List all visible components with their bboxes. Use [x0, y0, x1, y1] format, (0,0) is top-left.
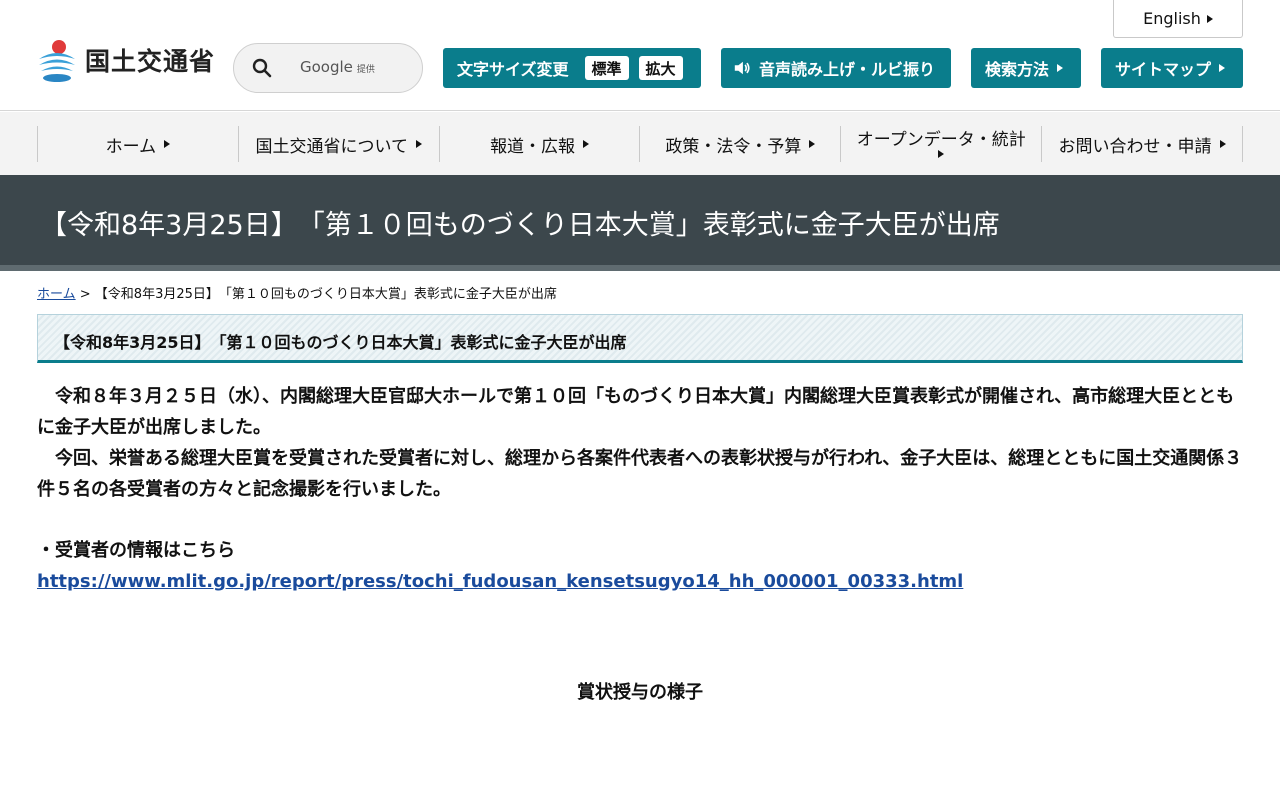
- article-subheading: 【令和8年3月25日】 「第１０回ものづくり日本大賞」表彰式に金子大臣が出席: [54, 333, 627, 352]
- font-size-label: 文字サイズ変更: [457, 60, 569, 79]
- breadcrumb-current: 【令和8年3月25日】 「第１０回ものづくり日本大賞」表彰式に金子大臣が出席: [94, 287, 557, 302]
- breadcrumb-separator: >: [75, 287, 95, 302]
- google-sub: 提供: [356, 65, 375, 75]
- nav-item-policy[interactable]: 政策・法令・予算: [639, 126, 840, 162]
- photo-caption: 賞状授与の様子: [577, 682, 703, 703]
- mlit-logo[interactable]: 国土交通省: [37, 37, 215, 83]
- sitemap-label: サイトマップ: [1115, 60, 1212, 79]
- page-title-band: 【令和8年3月25日】 「第１０回ものづくり日本大賞」表彰式に金子大臣が出席: [0, 175, 1280, 271]
- arrow-right-icon: [415, 140, 422, 148]
- nav-item-contact[interactable]: お問い合わせ・申請: [1041, 126, 1243, 162]
- logo-text: 国土交通省: [85, 47, 216, 76]
- font-size-standard-button[interactable]: 標準: [584, 56, 629, 80]
- article-body: 令和８年３月２５日（水）、内閣総理大臣官邸大ホールで第１０回「ものづくり日本大賞…: [37, 381, 1247, 505]
- article-paragraph: 令和８年３月２５日（水）、内閣総理大臣官邸大ホールで第１０回「ものづくり日本大賞…: [37, 386, 1235, 438]
- nav-item-label: お問い合わせ・申請: [1058, 136, 1212, 157]
- article-subheading-box: 【令和8年3月25日】 「第１０回ものづくり日本大賞」表彰式に金子大臣が出席: [37, 314, 1243, 363]
- breadcrumb: ホーム > 【令和8年3月25日】 「第１０回ものづくり日本大賞」表彰式に金子大…: [37, 283, 557, 302]
- arrow-right-icon: [583, 140, 590, 148]
- search-input[interactable]: Google 提供: [233, 43, 423, 93]
- font-size-control: 文字サイズ変更 標準 拡大: [443, 48, 701, 88]
- page-title: 【令和8年3月25日】 「第１０回ものづくり日本大賞」表彰式に金子大臣が出席: [40, 210, 1000, 241]
- arrow-right-icon: [809, 140, 816, 148]
- breadcrumb-home-link[interactable]: ホーム: [37, 287, 76, 302]
- arrow-right-icon: [164, 140, 171, 148]
- nav-item-label: 国土交通省について: [255, 136, 408, 157]
- arrow-right-icon: [1219, 140, 1226, 148]
- article-paragraph: 今回、栄誉ある総理大臣賞を受賞された受賞者に対し、総理から各案件代表者への表彰状…: [37, 448, 1243, 500]
- nav-item-open-data[interactable]: オープンデータ・統計: [840, 126, 1041, 162]
- arrow-right-icon: [1219, 64, 1226, 72]
- english-button[interactable]: English: [1113, 0, 1243, 38]
- search-method-label: 検索方法: [985, 60, 1050, 79]
- sitemap-button[interactable]: サイトマップ: [1101, 48, 1243, 88]
- speaker-icon: [734, 61, 750, 75]
- nav-item-label: オープンデータ・統計: [856, 129, 1026, 150]
- voice-reading-label: 音声読み上げ・ルビ振り: [759, 60, 936, 79]
- arrow-right-icon: [1206, 14, 1213, 23]
- arrow-right-icon: [1057, 64, 1064, 72]
- google-text: Google: [300, 58, 353, 76]
- global-nav-list: ホーム 国土交通省について 報道・広報 政策・法令・予算 オープンデータ・統計 …: [37, 126, 1243, 162]
- site-header: English 国土交通省 Google 提供 文字サイズ変更 標準 拡大 音声…: [0, 0, 1280, 111]
- font-size-large-button[interactable]: 拡大: [638, 56, 683, 80]
- awardee-info-label: ・受賞者の情報はこちら: [37, 540, 235, 561]
- voice-reading-button[interactable]: 音声読み上げ・ルビ振り: [721, 48, 951, 88]
- english-label: English: [1143, 9, 1201, 28]
- nav-item-about[interactable]: 国土交通省について: [237, 126, 439, 162]
- nav-item-press[interactable]: 報道・広報: [438, 126, 640, 162]
- arrow-right-icon: [938, 150, 945, 159]
- global-nav: ホーム 国土交通省について 報道・広報 政策・法令・予算 オープンデータ・統計 …: [0, 112, 1280, 175]
- awardee-info-link[interactable]: https://www.mlit.go.jp/report/press/toch…: [37, 566, 963, 597]
- google-label: Google 提供: [300, 58, 375, 76]
- search-icon: [252, 58, 272, 78]
- nav-item-label: ホーム: [105, 136, 157, 157]
- mlit-logo-icon: [39, 40, 75, 82]
- nav-item-label: 報道・広報: [490, 136, 576, 157]
- nav-item-home[interactable]: ホーム: [37, 126, 238, 162]
- nav-item-label: 政策・法令・予算: [665, 136, 802, 157]
- search-method-button[interactable]: 検索方法: [971, 48, 1081, 88]
